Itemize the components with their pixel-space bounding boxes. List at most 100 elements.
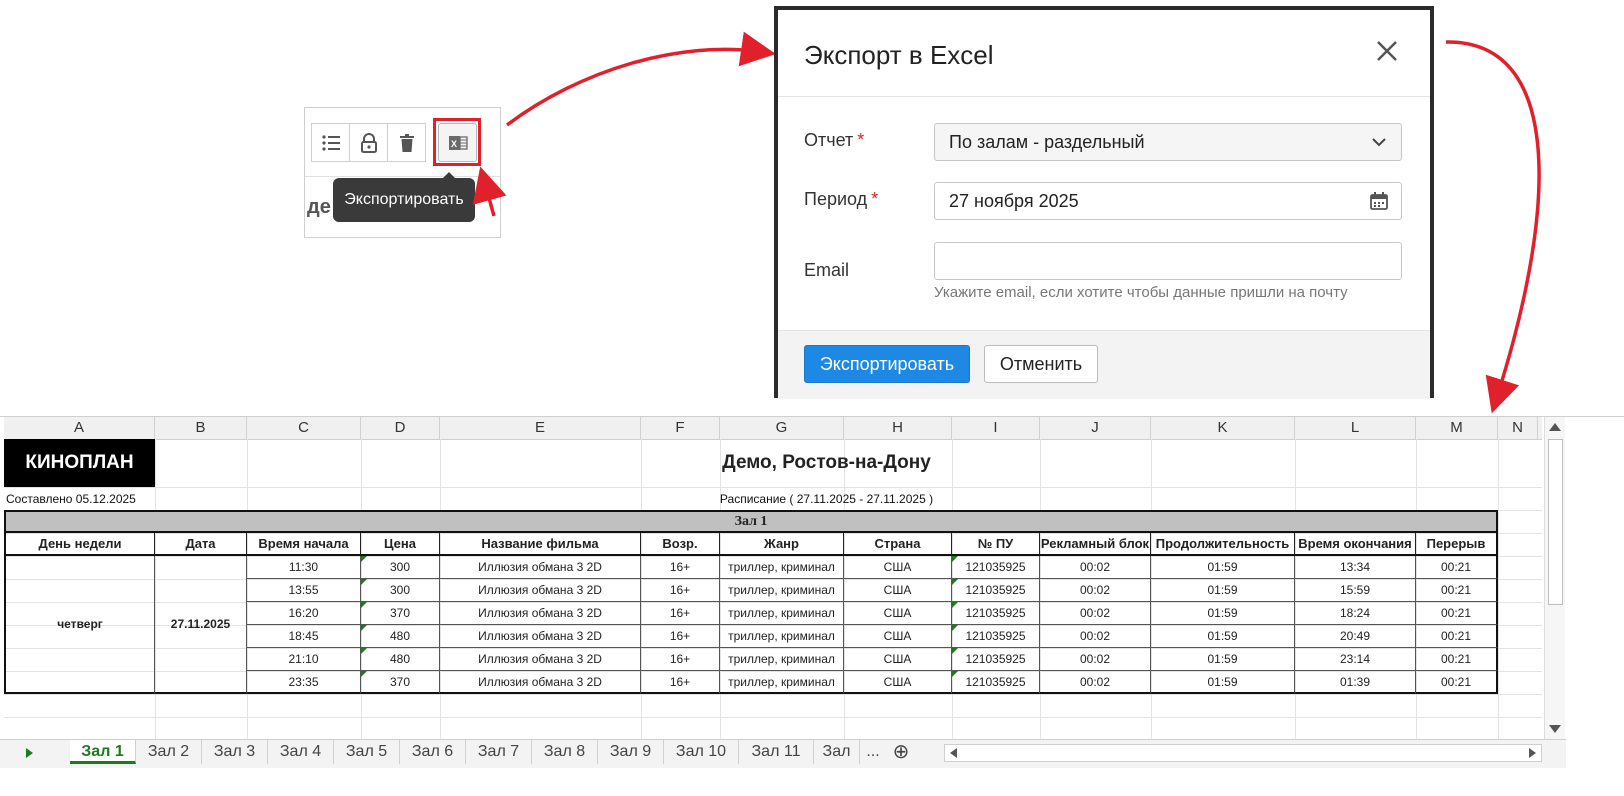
trash-icon	[399, 133, 414, 152]
tab-2[interactable]: Зал 2	[136, 740, 202, 764]
calendar-icon[interactable]	[1369, 191, 1389, 211]
scroll-right-icon[interactable]	[1529, 748, 1536, 758]
email-hint: Укажите email, если хотите чтобы данные …	[934, 284, 1348, 301]
column-header-h[interactable]: H	[844, 417, 952, 439]
weekday-cell: четверг	[4, 556, 155, 694]
column-header-m[interactable]: M	[1416, 417, 1498, 439]
tab-8[interactable]: Зал 8	[532, 740, 598, 764]
scroll-left-icon[interactable]	[950, 748, 957, 758]
table-cell: 480	[361, 625, 440, 648]
cell-flag-icon	[952, 671, 958, 677]
table-cell: триллер, криминал	[720, 556, 844, 579]
tab-3[interactable]: Зал 3	[202, 740, 268, 764]
tab-6[interactable]: Зал 6	[400, 740, 466, 764]
play-icon[interactable]	[26, 748, 33, 758]
vertical-scrollbar[interactable]	[1544, 417, 1565, 739]
table-cell: 13:55	[247, 579, 361, 602]
scroll-thumb[interactable]	[1548, 439, 1563, 605]
header-cell: Дата	[155, 533, 247, 556]
table-cell: 121035925	[952, 671, 1040, 694]
column-header-j[interactable]: J	[1040, 417, 1151, 439]
tab-1[interactable]: Зал 1	[70, 740, 136, 764]
cancel-button[interactable]: Отменить	[984, 345, 1098, 383]
table-cell: 23:35	[247, 671, 361, 694]
report-select[interactable]: По залам - раздельный	[934, 123, 1402, 161]
spreadsheet: ABCDEFGHIJKLMN КИНОПЛАН Демо, Ростов-на-…	[0, 416, 1624, 768]
tab-11[interactable]: Зал 11	[739, 740, 814, 764]
tab-7[interactable]: Зал 7	[466, 740, 532, 764]
horizontal-scrollbar[interactable]	[944, 744, 1542, 762]
chevron-down-icon	[1372, 138, 1386, 147]
modal-title: Экспорт в Excel	[804, 40, 994, 70]
column-header-d[interactable]: D	[361, 417, 440, 439]
table-cell: 00:21	[1416, 648, 1498, 671]
sheet-tabs: Зал 1 Зал 2 Зал 3 Зал 4 Зал 5 Зал 6 Зал 7 Зал 8…	[0, 739, 1566, 768]
column-header-c[interactable]: C	[247, 417, 361, 439]
cell-flag-icon	[361, 648, 367, 654]
kinoplan-logo: КИНОПЛАН	[4, 439, 155, 487]
period-value: 27 ноября 2025	[949, 190, 1079, 211]
cropped-text: де	[307, 196, 331, 218]
email-input[interactable]	[934, 242, 1402, 280]
delete-button[interactable]	[387, 123, 426, 162]
table-cell: триллер, криминал	[720, 579, 844, 602]
tab-10[interactable]: Зал 10	[664, 740, 739, 764]
tab-9[interactable]: Зал 9	[598, 740, 664, 764]
header-cell: № ПУ	[952, 533, 1040, 556]
arrow-to-modal	[505, 31, 776, 127]
table-cell: 01:59	[1151, 648, 1295, 671]
header-cell: Страна	[844, 533, 952, 556]
column-header-g[interactable]: G	[720, 417, 844, 439]
table-cell: 18:24	[1295, 602, 1416, 625]
list-button[interactable]	[311, 123, 350, 162]
add-sheet-icon[interactable]: ⊕	[886, 740, 916, 764]
column-header-i[interactable]: I	[952, 417, 1040, 439]
table-cell: 300	[361, 556, 440, 579]
column-header-a[interactable]: A	[4, 417, 155, 439]
tabs-more-button[interactable]: ...	[860, 740, 886, 764]
table-cell: США	[844, 602, 952, 625]
scroll-down-icon[interactable]	[1549, 725, 1561, 733]
table-cell: Иллюзия обмана 3 2D	[440, 625, 641, 648]
table-cell: 121035925	[952, 625, 1040, 648]
cell-flag-icon	[952, 602, 958, 608]
table-cell: США	[844, 625, 952, 648]
table-cell: 01:59	[1151, 671, 1295, 694]
close-icon[interactable]	[1374, 38, 1400, 64]
export-tooltip: Экспортировать	[333, 172, 475, 222]
cell-flag-icon	[361, 671, 367, 677]
table-cell: 00:02	[1040, 625, 1151, 648]
header-cell: Цена	[361, 533, 440, 556]
table-cell: США	[844, 556, 952, 579]
gridline	[4, 717, 1542, 718]
column-header-e[interactable]: E	[440, 417, 641, 439]
table-cell: 13:34	[1295, 556, 1416, 579]
table-cell: США	[844, 579, 952, 602]
tab-12[interactable]: Зал	[814, 740, 860, 764]
toolbar-row: X	[305, 108, 500, 177]
lock-button[interactable]	[349, 123, 388, 162]
table-cell: 16+	[641, 671, 720, 694]
column-header-k[interactable]: K	[1151, 417, 1295, 439]
table-cell: триллер, криминал	[720, 625, 844, 648]
cell-flag-icon	[952, 556, 958, 562]
table-cell: 23:14	[1295, 648, 1416, 671]
header-cell: День недели	[4, 533, 155, 556]
gridline	[4, 694, 1542, 695]
table-cell: Иллюзия обмана 3 2D	[440, 556, 641, 579]
table-cell: 00:02	[1040, 556, 1151, 579]
column-header-b[interactable]: B	[155, 417, 247, 439]
tab-5[interactable]: Зал 5	[334, 740, 400, 764]
cell-flag-icon	[361, 625, 367, 631]
column-header-l[interactable]: L	[1295, 417, 1416, 439]
table-cell: триллер, криминал	[720, 602, 844, 625]
column-header-f[interactable]: F	[641, 417, 720, 439]
export-button[interactable]: Экспортировать	[804, 345, 970, 383]
tab-4[interactable]: Зал 4	[268, 740, 334, 764]
header-cell: Продолжительность	[1151, 533, 1295, 556]
column-header-n[interactable]: N	[1498, 417, 1538, 439]
sheet-title: Демо, Ростов-на-Дону	[722, 452, 931, 473]
period-input[interactable]: 27 ноября 2025	[934, 182, 1402, 220]
table-cell: 16+	[641, 556, 720, 579]
scroll-up-icon[interactable]	[1549, 423, 1561, 431]
